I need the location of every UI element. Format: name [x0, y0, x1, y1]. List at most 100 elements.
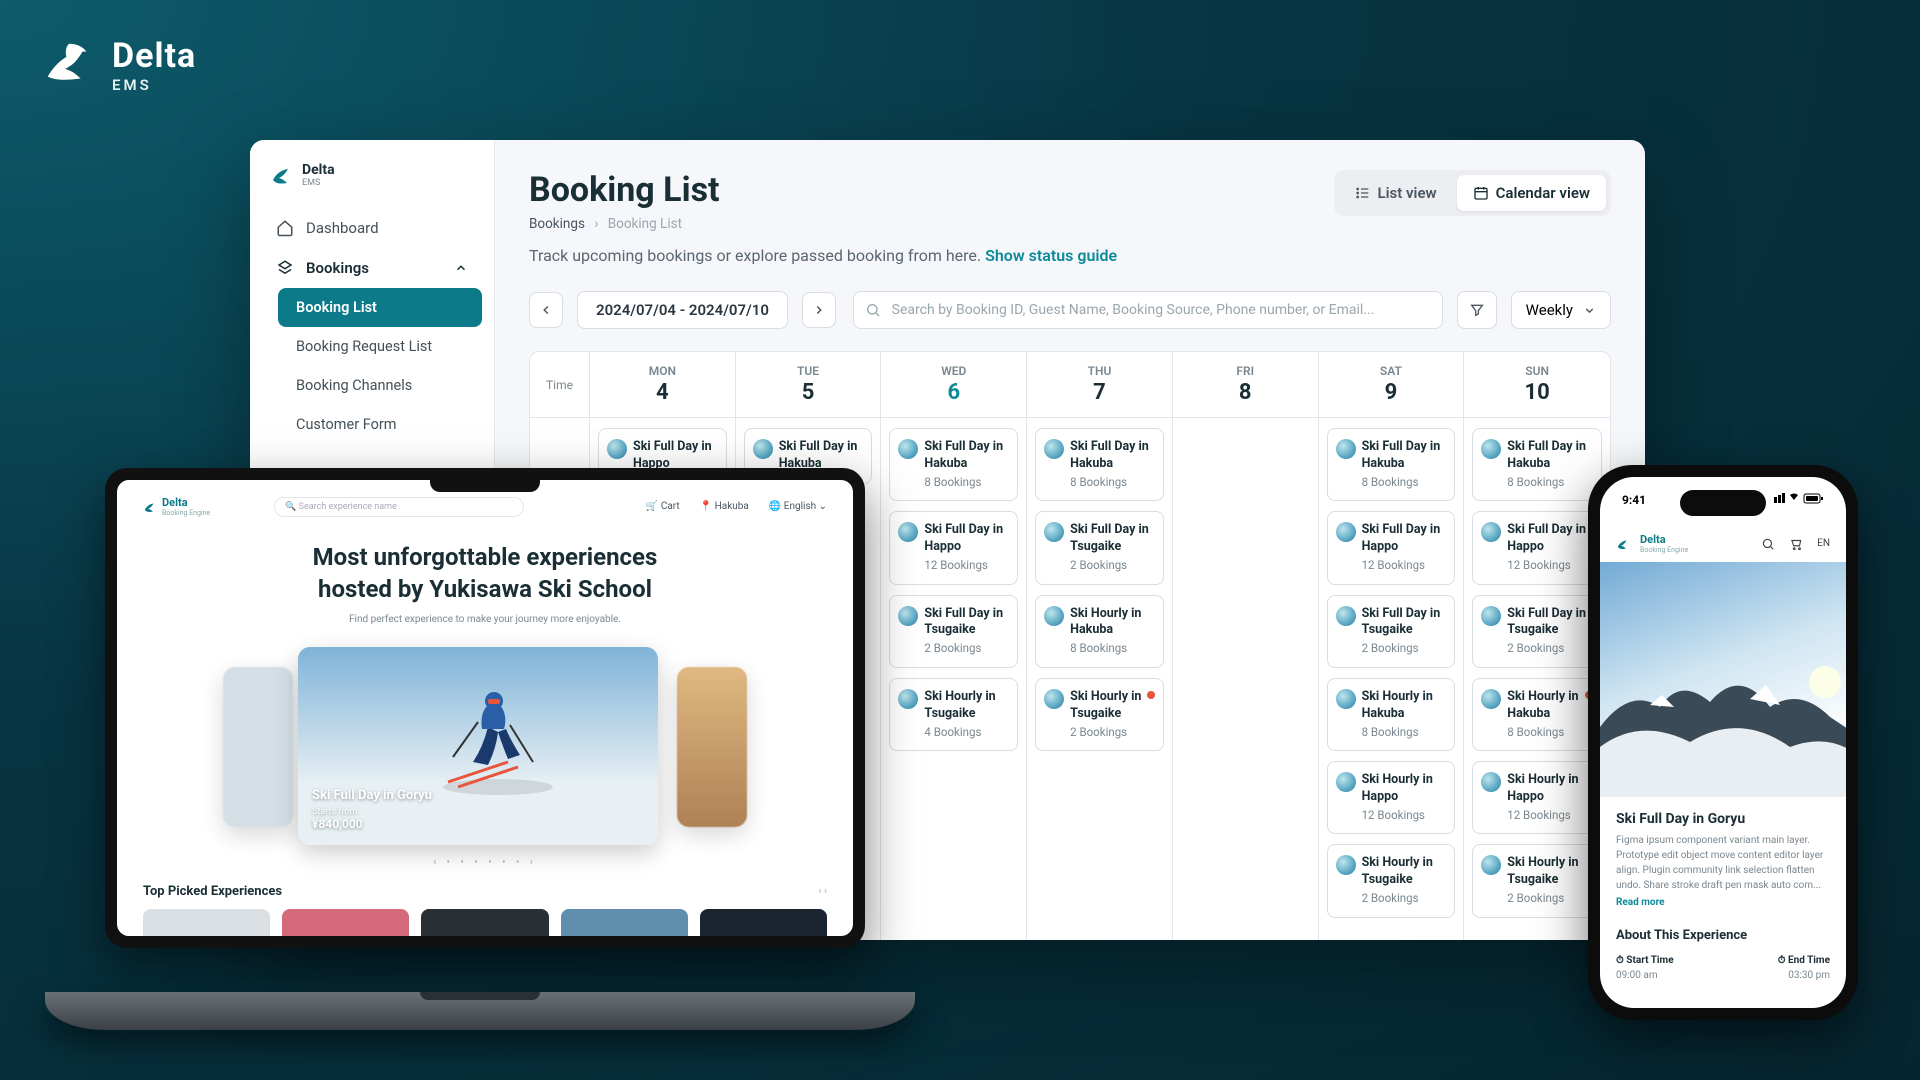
- filter-button[interactable]: [1457, 291, 1497, 329]
- period-select[interactable]: Weekly: [1511, 291, 1611, 329]
- show-status-guide-link[interactable]: Show status guide: [985, 246, 1117, 265]
- home-icon: [276, 219, 294, 237]
- time-column-header: Time: [530, 352, 590, 417]
- status-icons: [1774, 493, 1824, 507]
- calendar-event[interactable]: Ski Full Day in Hakuba8 Bookings: [1472, 428, 1602, 501]
- calendar-event[interactable]: Ski Hourly in Tsugaike2 Bookings: [1472, 844, 1602, 917]
- event-avatar-icon: [607, 439, 627, 459]
- laptop-base: [45, 992, 915, 1030]
- skier-illustration: [438, 687, 558, 797]
- search-icon: [865, 302, 881, 318]
- event-avatar-icon: [1481, 606, 1501, 626]
- event-avatar-icon: [1481, 522, 1501, 542]
- event-avatar-icon: [1336, 606, 1356, 626]
- calendar-event[interactable]: Ski Hourly in Tsugaike2 Bookings: [1035, 678, 1164, 751]
- experience-thumbnail[interactable]: [561, 909, 688, 936]
- day-header[interactable]: SAT9: [1319, 352, 1465, 417]
- cart-icon[interactable]: [1789, 537, 1803, 551]
- sidebar-item-booking-request-list[interactable]: Booking Request List: [278, 327, 482, 366]
- calendar-event[interactable]: Ski Hourly in Hakuba8 Bookings: [1472, 678, 1602, 751]
- alert-indicator-icon: [1147, 691, 1155, 699]
- list-view-button[interactable]: List view: [1339, 175, 1453, 211]
- calendar-event[interactable]: Ski Full Day in Happo12 Bookings: [1327, 511, 1456, 584]
- calendar-event[interactable]: Ski Full Day in Happo12 Bookings: [1472, 511, 1602, 584]
- calendar-event[interactable]: Ski Full Day in Hakuba8 Bookings: [1327, 428, 1456, 501]
- calendar-event[interactable]: Ski Full Day in Tsugaike2 Bookings: [1035, 511, 1164, 584]
- calendar-event[interactable]: Ski Hourly in Hakuba8 Bookings: [1327, 678, 1456, 751]
- location-link[interactable]: 📍 Hakuba: [700, 501, 749, 512]
- top-picked-nav[interactable]: ‹ ›: [819, 886, 828, 897]
- brand-sub: EMS: [112, 76, 196, 94]
- breadcrumb-root[interactable]: Bookings: [529, 216, 585, 232]
- calendar-event[interactable]: Ski Full Day in Tsugaike2 Bookings: [1472, 595, 1602, 668]
- search-icon[interactable]: [1761, 537, 1775, 551]
- chevron-right-icon: ›: [594, 216, 598, 232]
- search-input[interactable]: [853, 291, 1443, 329]
- storefront-logo[interactable]: DeltaBooking Engine: [143, 496, 210, 517]
- sidebar-item-bookings[interactable]: Bookings: [262, 248, 482, 288]
- carousel-dots[interactable]: ‹ • • • • • • ›: [143, 857, 827, 868]
- day-column: Ski Full Day in Hakuba8 Bookings Ski Full…: [1027, 418, 1173, 940]
- calendar-event[interactable]: Ski Hourly in Hakuba8 Bookings: [1035, 595, 1164, 668]
- chevron-down-icon: [1583, 304, 1596, 317]
- date-range[interactable]: 2024/07/04 - 2024/07/10: [577, 291, 788, 329]
- event-avatar-icon: [1044, 606, 1064, 626]
- experience-title: Ski Full Day in Goryu: [1616, 811, 1830, 827]
- breadcrumb-current: Booking List: [608, 216, 682, 232]
- calendar-event[interactable]: Ski Hourly in Happo12 Bookings: [1472, 761, 1602, 834]
- calendar-view-button[interactable]: Calendar view: [1457, 175, 1606, 211]
- top-picked-heading: Top Picked Experiences: [143, 884, 282, 899]
- calendar-event[interactable]: Ski Hourly in Tsugaike2 Bookings: [1327, 844, 1456, 917]
- calendar-event[interactable]: Ski Hourly in Happo12 Bookings: [1327, 761, 1456, 834]
- calendar-event[interactable]: Ski Full Day in Hakuba8 Bookings: [1035, 428, 1164, 501]
- sidebar-brand[interactable]: DeltaEMS: [262, 158, 482, 208]
- sidebar-item-booking-list[interactable]: Booking List: [278, 288, 482, 327]
- day-header[interactable]: MON4: [590, 352, 736, 417]
- start-time-value: 09:00 am: [1616, 970, 1674, 981]
- carousel-card-prev[interactable]: [223, 667, 293, 827]
- day-column: [1173, 418, 1319, 940]
- chevron-left-icon: [539, 303, 553, 317]
- prev-week-button[interactable]: [529, 292, 563, 328]
- event-avatar-icon: [1044, 439, 1064, 459]
- carousel-card-main[interactable]: Ski Full Day in Goryu Starts from ¥840,0…: [298, 647, 658, 845]
- card-price: ¥840,000: [312, 817, 432, 831]
- day-header[interactable]: WED6: [881, 352, 1027, 417]
- read-more-link[interactable]: Read more: [1616, 897, 1830, 908]
- cart-link[interactable]: 🛒 Cart: [646, 501, 680, 512]
- experience-thumbnail[interactable]: [421, 909, 548, 936]
- phone-mockup: 9:41 DeltaBooking Engine EN Ski Full D: [1588, 465, 1858, 1020]
- end-time-label: ⏱ End Time: [1778, 955, 1830, 966]
- next-week-button[interactable]: [802, 292, 836, 328]
- laptop-notch: [430, 476, 540, 492]
- event-avatar-icon: [1336, 855, 1356, 875]
- experience-thumbnail[interactable]: [700, 909, 827, 936]
- event-avatar-icon: [1336, 772, 1356, 792]
- event-avatar-icon: [753, 439, 773, 459]
- experience-thumbnail[interactable]: [282, 909, 409, 936]
- event-avatar-icon: [1336, 522, 1356, 542]
- day-header[interactable]: THU7: [1027, 352, 1173, 417]
- delta-logo-icon: [143, 500, 157, 514]
- bookings-icon: [276, 259, 294, 277]
- carousel-card-next[interactable]: [677, 667, 747, 827]
- day-header[interactable]: TUE5: [736, 352, 882, 417]
- event-avatar-icon: [1044, 689, 1064, 709]
- language-select[interactable]: 🌐 English ⌄: [769, 501, 827, 512]
- event-avatar-icon: [1336, 689, 1356, 709]
- phone-hero-image: [1600, 557, 1846, 797]
- sidebar-item-booking-channels[interactable]: Booking Channels: [278, 366, 482, 405]
- view-toggle: List view Calendar view: [1334, 170, 1611, 216]
- event-avatar-icon: [1481, 689, 1501, 709]
- day-header[interactable]: SUN10: [1464, 352, 1610, 417]
- calendar-event[interactable]: Ski Full Day in Tsugaike2 Bookings: [1327, 595, 1456, 668]
- sidebar-item-customer-form[interactable]: Customer Form: [278, 405, 482, 444]
- phone-language[interactable]: EN: [1817, 538, 1830, 549]
- sidebar-item-dashboard[interactable]: Dashboard: [262, 208, 482, 248]
- chevron-right-icon: [812, 303, 826, 317]
- storefront-search[interactable]: 🔍 Search experience name: [274, 497, 524, 517]
- calendar-icon: [1473, 185, 1489, 201]
- experience-thumbnail[interactable]: [143, 909, 270, 936]
- mountain-illustration: [1600, 657, 1846, 797]
- day-header[interactable]: FRI8: [1173, 352, 1319, 417]
